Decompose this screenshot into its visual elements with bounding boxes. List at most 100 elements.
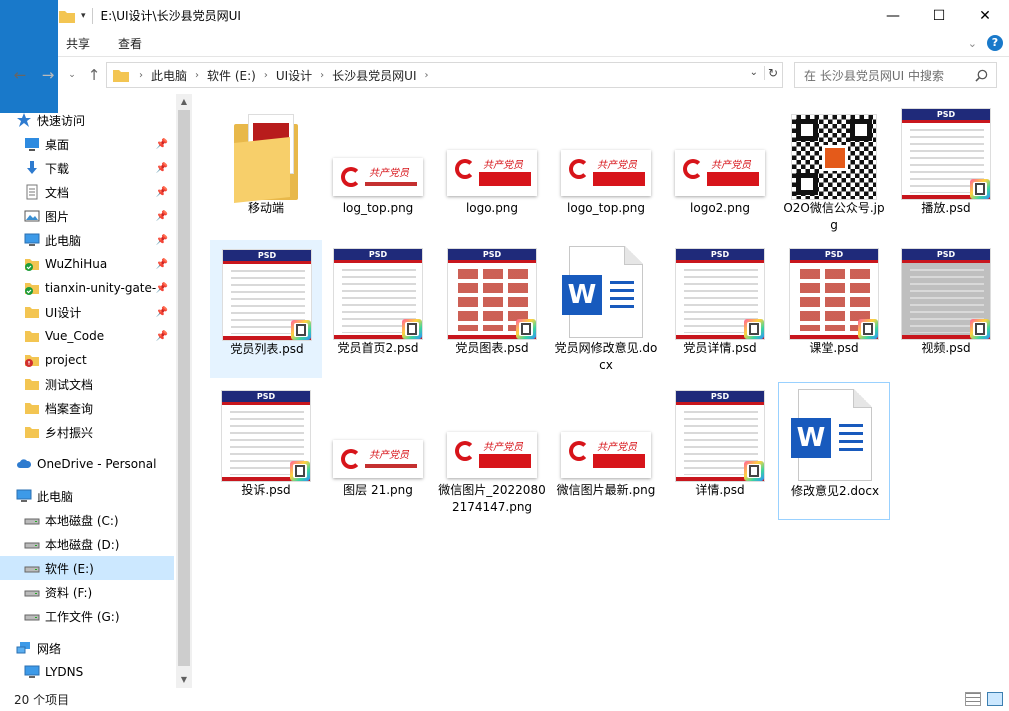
ribbon-tabs: 文件 主页 共享 查看 ⌄ ? (0, 0, 1009, 113)
nav-item[interactable]: Vue_Code 📌 (0, 324, 174, 348)
search-icon[interactable] (975, 69, 988, 82)
minimize-button[interactable]: — (870, 0, 916, 31)
nav-item-label: 文档 (45, 185, 70, 200)
file-item[interactable]: 共产党员 微信图片_20220802174147.png (436, 382, 548, 520)
file-item[interactable]: 共产党员 logo2.png (664, 100, 776, 238)
file-name: 微信图片最新.png (556, 483, 656, 497)
nav-item[interactable]: 软件 (E:) (0, 556, 174, 580)
nav-item[interactable]: tianxin-unity-gate- 📌 (0, 276, 174, 300)
back-button[interactable]: ← (10, 65, 30, 85)
nav-item[interactable]: 资料 (F:) (0, 580, 174, 604)
breadcrumb-drive-e[interactable]: 软件 (E:) (201, 67, 262, 84)
nav-item[interactable]: 图片 📌 (0, 204, 174, 228)
file-thumbnail: 共产党员 (558, 386, 654, 482)
file-item[interactable]: W 党员网修改意见.docx (550, 240, 662, 378)
nav-item[interactable]: 桌面 📌 (0, 132, 174, 156)
file-item[interactable]: 共产党员 logo.png (436, 100, 548, 238)
nav-item[interactable]: UI设计 📌 (0, 300, 174, 324)
nav-item[interactable]: 档案查询 (0, 396, 174, 420)
file-list: 移动端 共产党员 log_top.png 共产党员 logo.png 共产党员 logo_t… (200, 94, 1009, 688)
file-item[interactable]: PSD 详情.psd (664, 382, 776, 520)
nav-item[interactable]: LYDNS (0, 660, 174, 684)
file-item[interactable]: PSD 党员首页2.psd (322, 240, 434, 378)
nav-item[interactable]: 工作文件 (G:) (0, 604, 174, 628)
file-name: O2O微信公众号.jpg (783, 201, 885, 232)
image-app-badge-icon (970, 319, 990, 339)
breadcrumb-separator[interactable]: › (262, 70, 270, 81)
logo-preview: 共产党员 (561, 432, 651, 478)
nav-item[interactable]: 测试文档 (0, 372, 174, 396)
file-item[interactable]: 共产党员 log_top.png (322, 100, 434, 238)
address-bar[interactable]: › 此电脑 › 软件 (E:) › UI设计 › 长沙县党员网UI › ⌄ ↻ (106, 62, 783, 88)
details-view-icon[interactable] (965, 692, 981, 706)
help-icon[interactable]: ? (987, 35, 1003, 51)
folder-check-icon (24, 256, 40, 272)
search-input[interactable]: 在 长沙县党员网UI 中搜索 (794, 62, 997, 88)
nav-item[interactable]: project (0, 348, 174, 372)
scroll-up-icon[interactable]: ▲ (176, 94, 192, 110)
psd-preview: PSD (447, 248, 537, 340)
nav-item[interactable]: 乡村振兴 (0, 420, 174, 444)
file-item[interactable]: PSD 视频.psd (890, 240, 1002, 378)
up-button[interactable]: ↑ (84, 65, 104, 85)
nav-item[interactable]: 下载 📌 (0, 156, 174, 180)
address-dropdown-icon[interactable]: ⌄ (750, 67, 758, 78)
file-thumbnail: 共产党员 (672, 104, 768, 200)
file-name: log_top.png (342, 201, 414, 215)
file-name: logo2.png (690, 201, 750, 215)
nav-item[interactable]: OneDrive - Personal (0, 452, 174, 476)
pin-icon: 📌 (155, 138, 168, 150)
drive-icon (24, 512, 40, 528)
forward-button[interactable]: → (38, 65, 58, 85)
maximize-button[interactable]: ☐ (916, 0, 962, 31)
tab-view[interactable]: 查看 (104, 31, 156, 57)
breadcrumb-ui-design[interactable]: UI设计 (270, 67, 318, 84)
nav-item-label: 图片 (45, 209, 70, 224)
file-name: 修改意见2.docx (790, 484, 880, 498)
nav-item-label: LYDNS (45, 665, 84, 679)
customize-toolbar-icon[interactable]: ▾ (81, 11, 86, 21)
navigation-scrollbar[interactable]: ▲ ▼ (176, 94, 192, 688)
logo-preview: 共产党员 (447, 150, 537, 196)
nav-item[interactable]: 此电脑 📌 (0, 228, 174, 252)
file-item[interactable]: 共产党员 图层 21.png (322, 382, 434, 520)
file-item[interactable]: PSD 播放.psd (890, 100, 1002, 238)
network-icon (16, 640, 32, 656)
tab-share[interactable]: 共享 (52, 31, 104, 57)
file-item[interactable]: W 修改意见2.docx (778, 382, 890, 520)
nav-item[interactable]: WuZhiHua 📌 (0, 252, 174, 276)
nav-item[interactable]: 本地磁盘 (D:) (0, 532, 174, 556)
file-item[interactable]: 移动端 (210, 100, 322, 238)
file-item[interactable]: PSD 党员详情.psd (664, 240, 776, 378)
breadcrumb-separator[interactable]: › (422, 70, 430, 81)
file-item[interactable]: PSD 党员图表.psd (436, 240, 548, 378)
nav-item[interactable]: 快速访问 (0, 108, 174, 132)
new-folder-icon[interactable] (59, 9, 75, 23)
nav-item[interactable]: 此电脑 (0, 484, 174, 508)
nav-item[interactable]: 网络 (0, 636, 174, 660)
file-item[interactable]: PSD 党员列表.psd (210, 240, 322, 378)
drive-icon (24, 536, 40, 552)
refresh-icon[interactable]: ↻ (763, 66, 778, 80)
nav-item[interactable]: 本地磁盘 (C:) (0, 508, 174, 532)
breadcrumb-current-folder[interactable]: 长沙县党员网UI (326, 67, 422, 84)
file-item[interactable]: PSD 投诉.psd (210, 382, 322, 520)
pc-icon (24, 664, 40, 680)
nav-item[interactable]: 文档 📌 (0, 180, 174, 204)
large-icons-view-icon[interactable] (987, 692, 1003, 706)
file-name: 党员图表.psd (455, 341, 529, 355)
scrollbar-thumb[interactable] (178, 110, 190, 666)
file-item[interactable]: O2O微信公众号.jpg (778, 100, 890, 238)
close-button[interactable]: ✕ (962, 0, 1008, 31)
breadcrumb-separator[interactable]: › (193, 70, 201, 81)
breadcrumb-this-pc[interactable]: 此电脑 (145, 67, 193, 84)
psd-preview: PSD (901, 108, 991, 200)
file-item[interactable]: 共产党员 logo_top.png (550, 100, 662, 238)
expand-ribbon-icon[interactable]: ⌄ (968, 37, 977, 50)
folder-icon (24, 376, 40, 392)
file-item[interactable]: 共产党员微信图片最新.png (550, 382, 662, 520)
breadcrumb-separator[interactable]: › (318, 70, 326, 81)
scroll-down-icon[interactable]: ▼ (176, 672, 192, 688)
recent-locations-icon[interactable]: ⌄ (62, 65, 82, 85)
file-item[interactable]: PSD 课堂.psd (778, 240, 890, 378)
